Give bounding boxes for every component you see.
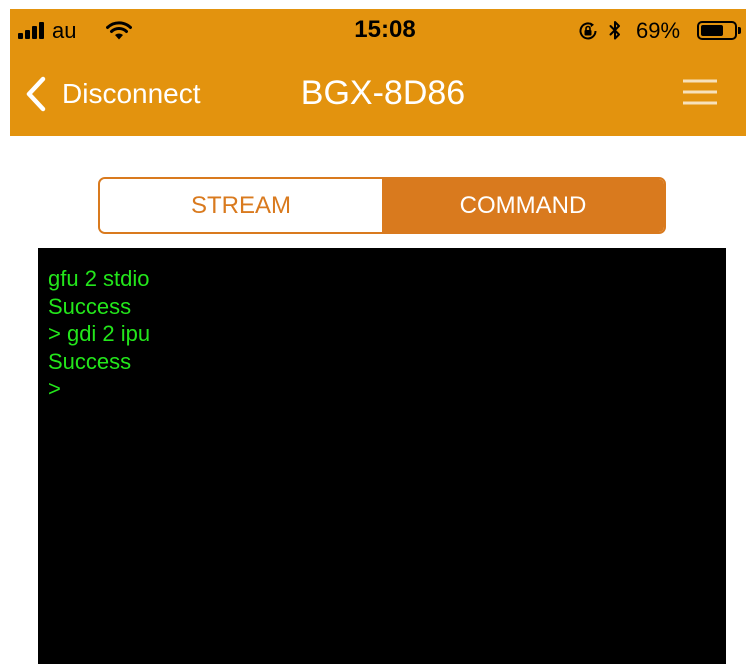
battery-nub (738, 27, 741, 34)
signal-bars-icon (18, 22, 44, 39)
status-time: 15:08 (354, 16, 416, 43)
hamburger-menu-icon[interactable] (683, 79, 717, 105)
terminal-line: gfu 2 stdio (48, 266, 150, 291)
battery-icon (697, 21, 737, 40)
terminal-line: Success (48, 348, 132, 374)
disconnect-label: Disconnect (62, 78, 201, 109)
wifi-icon (106, 21, 132, 40)
carrier-name: au (52, 18, 77, 43)
device-title: BGX-8D86 (300, 74, 466, 112)
chevron-left-icon (26, 76, 46, 112)
terminal-line: Success (48, 293, 132, 319)
orientation-lock-icon (579, 22, 597, 40)
bluetooth-icon (609, 21, 620, 40)
terminal-prompt: > (48, 376, 61, 401)
battery-fill (701, 25, 724, 36)
stream-tab[interactable]: STREAM (100, 179, 382, 232)
terminal-line: > gdi 2 ipu (48, 321, 151, 346)
terminal-console[interactable]: gfu 2 stdio Success > gdi 2 ipu Success … (38, 248, 726, 664)
app-header: au 15:08 69% Disconnect BGX-8D86 (10, 9, 746, 136)
command-tab[interactable]: COMMAND (382, 179, 664, 232)
disconnect-button[interactable]: Disconnect (22, 71, 222, 131)
mode-switch: STREAM COMMAND (98, 177, 666, 234)
battery-percentage: 69% (636, 18, 681, 43)
